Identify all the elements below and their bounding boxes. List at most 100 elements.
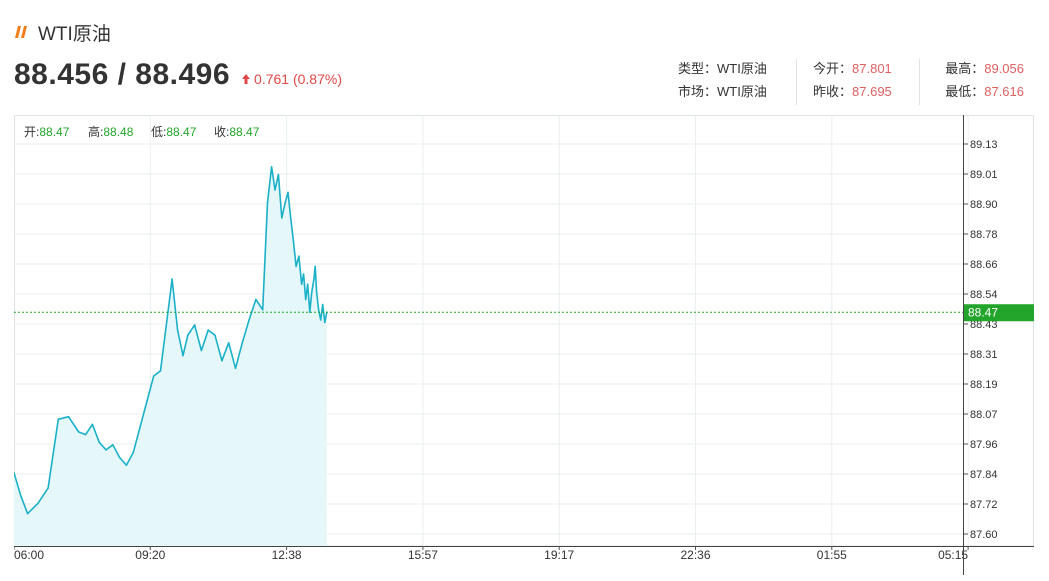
x-tick-label: 15:57 (408, 548, 438, 562)
ohlc-open-value: 88.47 (39, 125, 69, 139)
price-chart-svg[interactable]: 87.6087.7287.8487.9688.0788.1988.3188.43… (13, 115, 1034, 575)
current-price-label: 88.47 (968, 306, 998, 320)
price-point (98, 441, 100, 444)
price-chart[interactable]: 87.60 87.72 87.84 87.96 88.07 88.19 88.31 88.43… (13, 115, 1034, 575)
ohlc-legend: 开:88.47 高:88.48 低:88.47 收:88.47 (24, 124, 260, 139)
ohlc-open-label: 开:88.47 (24, 125, 70, 139)
price-point (57, 418, 60, 421)
price-point (20, 495, 22, 497)
price-point (281, 217, 283, 219)
price-point (248, 319, 250, 321)
price-point (324, 321, 326, 324)
brand-slash-icon (15, 26, 27, 38)
price-point (37, 502, 39, 505)
info-open: 今开：87.801 (813, 59, 909, 82)
price-point (261, 308, 264, 311)
price-point (266, 201, 269, 204)
price-point (77, 431, 80, 433)
price-change-value: 0.761 (0.87%) (254, 71, 342, 87)
price-point (47, 487, 49, 489)
price-point (304, 298, 307, 301)
info-market: 市场：WTI原油 (678, 82, 786, 105)
price-point (298, 255, 300, 257)
price-point (166, 316, 169, 319)
info-type-value: WTI原油 (717, 61, 767, 76)
ohlc-high-label: 高:88.48 (88, 124, 134, 139)
y-tick-label: 88.07 (970, 409, 998, 421)
info-high-label: 最高： (945, 61, 985, 76)
x-tick-label: 19:17 (544, 548, 574, 562)
price-point (241, 342, 244, 344)
quote-info-panel: 类型：WTI原油 市场：WTI原油 今开：87.801 昨收：87.695 最高… (662, 59, 1034, 105)
price-point (118, 456, 121, 459)
info-prev-close-label: 昨收： (813, 84, 853, 99)
price-point (321, 303, 324, 306)
x-tick-label: 01:55 (817, 548, 847, 562)
price-point (187, 334, 189, 336)
info-low-label: 最低： (945, 84, 985, 99)
info-low-value: 87.616 (984, 84, 1024, 99)
up-arrow-icon (242, 74, 251, 84)
y-tick-label: 88.54 (970, 289, 998, 301)
ohlc-low-value: 88.47 (166, 125, 196, 139)
y-tick-label: 89.01 (970, 169, 998, 181)
price-point (105, 449, 107, 451)
x-tick-label: 06:00 (14, 548, 44, 562)
info-col-type: 类型：WTI原油 市场：WTI原油 (662, 59, 796, 105)
price-point (314, 265, 317, 268)
price-point (146, 400, 148, 403)
info-prev-close-value: 87.695 (852, 84, 892, 99)
y-tick-label: 89.13 (970, 139, 998, 151)
info-col-open: 今开：87.801 昨收：87.695 (796, 59, 919, 105)
y-tick-label: 88.66 (970, 259, 998, 271)
price-point (319, 319, 322, 321)
ohlc-open-label-text: 开: (24, 125, 39, 139)
price-point (132, 451, 135, 454)
price-point (315, 291, 318, 293)
price-point (159, 370, 162, 372)
price-point (274, 189, 276, 191)
price-point (125, 464, 128, 467)
y-tick-label: 87.60 (970, 529, 998, 541)
ohlc-low-label-text: 低: (151, 125, 166, 139)
price-point (311, 291, 313, 293)
y-tick-label: 87.84 (970, 469, 998, 481)
price-point (207, 329, 209, 331)
price-point (182, 354, 184, 357)
price-point (84, 433, 87, 436)
price-point (227, 342, 230, 344)
ohlc-low-label: 低:88.47 (151, 125, 197, 139)
price-point (284, 201, 287, 204)
info-type: 类型：WTI原油 (678, 59, 786, 82)
price-point (176, 329, 179, 331)
price-point (289, 217, 292, 219)
price-row: 88.456 / 88.496 0.761 (0.87%) (14, 58, 342, 92)
chart-area-layer (13, 166, 328, 546)
price-point (287, 191, 289, 194)
price-point (306, 283, 309, 285)
price-point (295, 265, 297, 268)
info-market-value: WTI原油 (717, 84, 767, 99)
price-point (214, 334, 216, 336)
title-row: WTI原油 (14, 20, 111, 45)
y-tick-label: 88.19 (970, 379, 998, 391)
info-prev-close: 昨收：87.695 (813, 82, 909, 105)
bid-ask-price: 88.456 / 88.496 (14, 58, 231, 91)
price-point (139, 426, 141, 428)
y-tick-label: 88.31 (970, 349, 998, 361)
price-point (313, 278, 315, 280)
price-point (302, 273, 305, 275)
price-point (234, 367, 237, 370)
y-tick-label: 87.72 (970, 499, 998, 511)
info-high-value: 89.056 (984, 61, 1024, 76)
x-tick-label: 22:36 (680, 548, 710, 562)
price-point (292, 240, 295, 242)
price-point (270, 166, 273, 168)
price-point (255, 298, 257, 301)
price-point (26, 512, 29, 515)
info-type-label: 类型： (678, 61, 718, 76)
price-point (152, 375, 155, 377)
price-point (91, 423, 94, 426)
ohlc-high-value: 88.48 (103, 125, 133, 139)
info-low: 最低：87.616 (936, 82, 1024, 105)
